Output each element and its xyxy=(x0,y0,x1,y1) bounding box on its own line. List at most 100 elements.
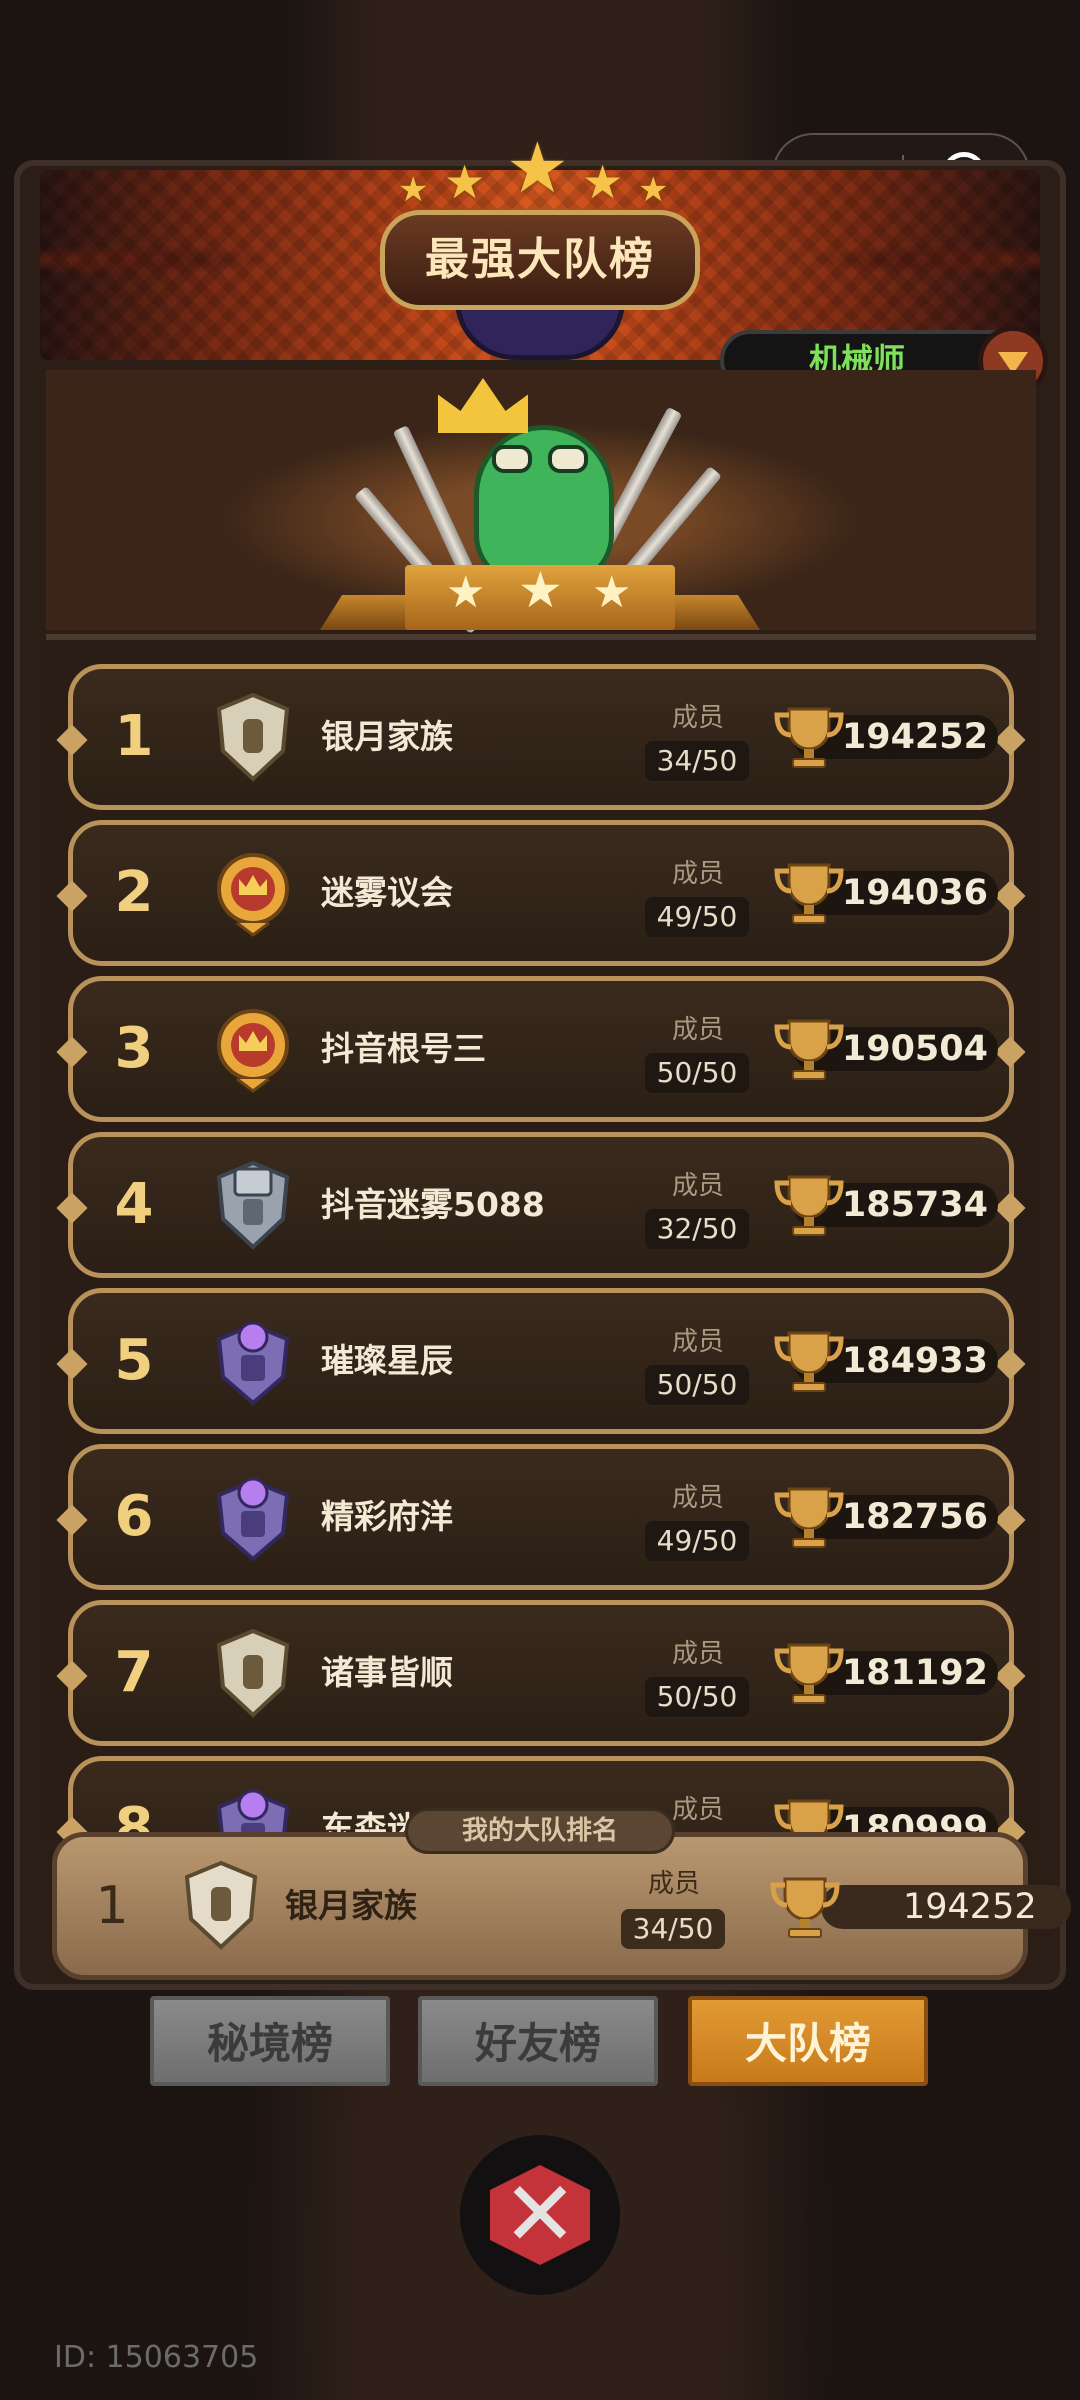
star-icon: ★ xyxy=(506,127,569,209)
team-name: 迷雾议会 xyxy=(321,873,453,912)
star-icon: ★ xyxy=(592,567,632,618)
leaderboard-row[interactable]: 4 抖音迷雾5088 成员 32/50 185734 xyxy=(56,1132,1026,1278)
tab-friends[interactable]: 好友榜 xyxy=(418,1996,658,2086)
my-team-score: 194252 xyxy=(903,1887,1037,1927)
row-ornament xyxy=(994,1348,1026,1380)
rank-number: 5 xyxy=(114,1328,154,1393)
leaderboard-row[interactable]: 6 精彩府洋 成员 49/50 182756 xyxy=(56,1444,1026,1590)
star-icon: ★ xyxy=(582,155,624,209)
member-count: 34/50 xyxy=(645,741,749,781)
leaderboard-row[interactable]: 2 迷雾议会 成员 49/50 194036 xyxy=(56,820,1026,966)
my-rank-number: 1 xyxy=(95,1876,129,1936)
star-icon: ★ xyxy=(398,170,429,210)
trophy-icon xyxy=(774,1175,844,1236)
team-score: 181192 xyxy=(841,1653,988,1693)
row-ornament xyxy=(994,1192,1026,1224)
leaderboard-row[interactable]: 3 抖音根号三 成员 50/50 190504 xyxy=(56,976,1026,1122)
frog-eye xyxy=(492,445,532,473)
row-ornament xyxy=(56,1504,88,1536)
row-ornament xyxy=(56,724,88,756)
member-label: 成员 xyxy=(671,1171,724,1201)
team-score: 184933 xyxy=(841,1341,988,1381)
team-score: 194252 xyxy=(841,717,988,757)
row-ornament xyxy=(56,880,88,912)
row-ornament xyxy=(994,880,1026,912)
crossed-swords-logo-icon[interactable]: ✕ xyxy=(460,2135,620,2295)
team-name: 精彩府洋 xyxy=(321,1497,453,1536)
member-label: 成员 xyxy=(671,1015,724,1045)
trophy-icon xyxy=(774,863,844,924)
silver-shield-icon xyxy=(216,692,290,782)
star-icon: ★ xyxy=(444,155,486,209)
purple-orb-shield-icon xyxy=(216,1321,290,1406)
page-title: 最强大队榜 xyxy=(425,234,655,285)
silver-shield-icon xyxy=(216,1628,290,1718)
member-label: 成员 xyxy=(671,703,724,733)
team-name: 璀璨星辰 xyxy=(321,1341,453,1380)
score-pill: 194252 xyxy=(821,1885,1071,1929)
team-name: 诸事皆顺 xyxy=(321,1653,453,1692)
member-label: 成员 xyxy=(671,859,724,889)
member-count: 49/50 xyxy=(645,1521,749,1561)
member-count: 50/50 xyxy=(645,1365,749,1405)
member-count: 34/50 xyxy=(621,1909,725,1949)
gold-crown-shield-icon xyxy=(217,1009,289,1093)
team-name: 抖音根号三 xyxy=(321,1029,486,1068)
rank-number: 6 xyxy=(114,1484,154,1549)
my-rank-title: 我的大队排名 xyxy=(405,1808,675,1854)
row-ornament xyxy=(56,1660,88,1692)
my-team-name: 银月家族 xyxy=(285,1886,417,1925)
row-ornament xyxy=(994,724,1026,756)
member-count: 49/50 xyxy=(645,897,749,937)
gold-crown-shield-icon xyxy=(217,853,289,937)
steel-helm-shield-icon xyxy=(216,1160,290,1250)
trophy-icon xyxy=(774,1019,844,1080)
member-count: 50/50 xyxy=(645,1677,749,1717)
team-name: 抖音迷雾5088 xyxy=(321,1185,545,1224)
team-score: 194036 xyxy=(841,873,988,913)
rank-number: 7 xyxy=(114,1640,154,1705)
member-label: 成员 xyxy=(671,1639,724,1669)
rank-number: 4 xyxy=(114,1172,154,1237)
row-ornament xyxy=(56,1192,88,1224)
trophy-icon xyxy=(774,1331,844,1392)
star-icon: ★ xyxy=(446,567,486,618)
rank-number: 2 xyxy=(114,860,154,925)
star-icon: ★ xyxy=(638,170,669,210)
team-score: 190504 xyxy=(841,1029,988,1069)
leaderboard-row[interactable]: 7 诸事皆顺 成员 50/50 181192 xyxy=(56,1600,1026,1746)
member-count: 32/50 xyxy=(645,1209,749,1249)
rank-number: 8 xyxy=(114,1796,154,1840)
team-score: 185734 xyxy=(841,1185,988,1225)
member-label: 成员 xyxy=(671,1327,724,1357)
trophy-icon xyxy=(770,1877,840,1938)
tab-team[interactable]: 大队榜 xyxy=(688,1996,928,2086)
trophy-icon xyxy=(774,707,844,768)
purple-orb-shield-icon xyxy=(216,1477,290,1562)
row-ornament xyxy=(994,1660,1026,1692)
team-score: 182756 xyxy=(841,1497,988,1537)
title-stars: ★ ★ ★ ★ ★ xyxy=(398,125,688,215)
star-icon: ★ xyxy=(518,561,563,619)
member-label: 成员 xyxy=(647,1869,700,1899)
tab-secret-realm[interactable]: 秘境榜 xyxy=(150,1996,390,2086)
leaderboard-list[interactable]: 1 银月家族 成员 34/50 194252 2 迷雾议会 成员 49/50 1… xyxy=(46,640,1036,1840)
row-ornament xyxy=(994,1504,1026,1536)
team-name: 银月家族 xyxy=(321,717,453,756)
crossed-swords-icon: ✕ xyxy=(502,2162,578,2267)
trophy-icon xyxy=(774,1643,844,1704)
rank-number: 1 xyxy=(114,704,154,769)
title-plate: 最强大队榜 xyxy=(380,210,700,310)
row-ornament xyxy=(56,1036,88,1068)
trophy-icon xyxy=(774,1487,844,1548)
frog-eye xyxy=(548,445,588,473)
user-id: ID: 15063705 xyxy=(54,2340,259,2375)
row-ornament xyxy=(56,1348,88,1380)
rank-number: 3 xyxy=(114,1016,154,1081)
my-team-rank-panel[interactable]: 1 银月家族 成员 34/50 194252 xyxy=(52,1832,1071,1980)
leaderboard-row[interactable]: 1 银月家族 成员 34/50 194252 xyxy=(56,664,1026,810)
member-label: 成员 xyxy=(671,1483,724,1513)
leaderboard-row[interactable]: 5 璀璨星辰 成员 50/50 184933 xyxy=(56,1288,1026,1434)
member-count: 50/50 xyxy=(645,1053,749,1093)
silver-shield-icon xyxy=(184,1860,258,1950)
